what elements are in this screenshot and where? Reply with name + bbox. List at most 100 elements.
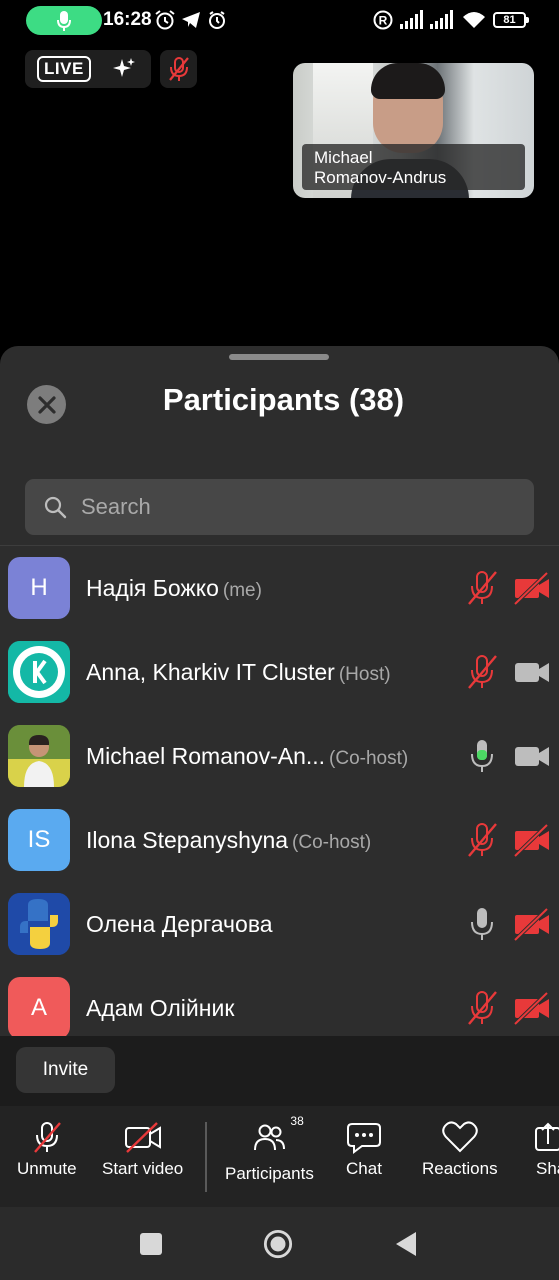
avatar: H	[8, 557, 70, 619]
participant-role: (Co-host)	[329, 747, 409, 769]
participant-name: Michael Romanov-An...	[86, 742, 326, 769]
meeting-toolbar: Unmute Start video 38 Participants Chat	[0, 1106, 559, 1207]
mic-muted-icon[interactable]	[462, 568, 502, 608]
start-video-button[interactable]: Start video	[102, 1120, 183, 1179]
clock-icon	[207, 8, 227, 32]
participant-name: Anna, Kharkiv IT Cluster	[86, 658, 335, 685]
chat-label: Chat	[346, 1159, 382, 1178]
search-field[interactable]	[25, 479, 534, 535]
avatar-initials: IS	[27, 826, 51, 853]
mic-muted-icon[interactable]	[462, 988, 502, 1028]
invite-strip: Invite	[0, 1036, 559, 1106]
home-button[interactable]	[263, 1229, 293, 1259]
mic-muted-icon	[168, 57, 189, 81]
video-icon[interactable]	[512, 736, 552, 776]
participant-row[interactable]: A Адам Олійник	[0, 966, 559, 1036]
avatar	[8, 893, 70, 955]
avatar-initials: A	[30, 994, 47, 1021]
live-stream-control[interactable]: LIVE	[25, 50, 151, 88]
avatar: A	[8, 977, 70, 1036]
video-off-icon[interactable]	[512, 988, 552, 1028]
participant-name: Олена Дергачова	[86, 910, 273, 937]
participant-name: Надія Божко	[86, 574, 219, 601]
sheet-drag-handle[interactable]	[229, 354, 329, 360]
system-nav-bar	[0, 1207, 559, 1280]
invite-button[interactable]: Invite	[16, 1047, 115, 1093]
video-off-icon	[124, 1122, 161, 1153]
ai-sparkle-icon[interactable]	[111, 56, 137, 82]
square-icon	[140, 1233, 162, 1255]
participant-role: (Co-host)	[292, 831, 372, 853]
participant-name-block: Олена Дергачова	[86, 911, 277, 938]
participant-name-block: Ilona Stepanyshyna (Co-host)	[86, 827, 371, 854]
battery-level: 81	[503, 14, 516, 26]
start-video-label: Start video	[102, 1159, 184, 1178]
share-icon	[535, 1122, 559, 1151]
participants-button[interactable]: 38 Participants	[225, 1114, 314, 1184]
participant-name: Адам Олійник	[86, 994, 235, 1021]
home-circle-icon	[263, 1229, 293, 1259]
video-person-hair	[371, 63, 445, 99]
back-triangle-icon	[396, 1232, 416, 1256]
r-circle-icon: R	[373, 8, 393, 32]
participants-count: 38	[290, 1114, 304, 1128]
chat-icon	[347, 1123, 381, 1154]
video-icon[interactable]	[512, 652, 552, 692]
participant-row[interactable]: Олена Дергачова	[0, 882, 559, 966]
video-off-icon[interactable]	[512, 568, 552, 608]
back-button[interactable]	[391, 1229, 421, 1259]
participant-video-tile[interactable]: Michael Romanov-Andrus	[293, 63, 534, 198]
mic-icon[interactable]	[462, 736, 502, 776]
participant-name: Ilona Stepanyshyna	[86, 826, 289, 853]
alarm-icon	[154, 8, 176, 32]
sheet-title: Participants (38)	[162, 382, 405, 417]
telegram-icon	[181, 8, 201, 32]
mic-active-indicator	[26, 6, 102, 35]
screen: 16:28 R 81 LIVE Michael Romanov-Andrus P…	[0, 0, 559, 1280]
clock-time: 16:28	[103, 9, 152, 30]
participant-row[interactable]: H Надія Божко (me)	[0, 546, 559, 630]
participant-name-block: Anna, Kharkiv IT Cluster (Host)	[86, 659, 391, 686]
participant-row[interactable]: Anna, Kharkiv IT Cluster (Host)	[0, 630, 559, 714]
avatar-initials: H	[30, 574, 48, 601]
participant-role: (Host)	[338, 663, 391, 685]
svg-text:R: R	[379, 14, 388, 28]
live-badge: LIVE	[37, 56, 91, 82]
participant-role: (me)	[222, 579, 262, 601]
toolbar-separator	[205, 1122, 207, 1192]
search-input[interactable]	[81, 494, 481, 520]
participant-row[interactable]: IS Ilona Stepanyshyna (Co-host)	[0, 798, 559, 882]
reactions-label: Reactions	[422, 1159, 498, 1178]
mic-muted-icon[interactable]	[462, 820, 502, 860]
recent-apps-button[interactable]	[136, 1229, 166, 1259]
mic-muted-icon	[33, 1122, 61, 1153]
signal-icon	[430, 8, 456, 32]
share-label: Share	[536, 1159, 559, 1178]
avatar	[8, 725, 70, 787]
participant-row[interactable]: Michael Romanov-An... (Co-host)	[0, 714, 559, 798]
video-off-icon[interactable]	[512, 904, 552, 944]
unmute-button[interactable]: Unmute	[17, 1120, 77, 1179]
mic-active-icon	[57, 10, 71, 31]
signal-icon	[400, 8, 426, 32]
battery-icon: 81	[493, 12, 529, 28]
unmute-label: Unmute	[17, 1159, 77, 1178]
share-button[interactable]: Share	[532, 1120, 559, 1179]
video-tile-name: Michael Romanov-Andrus	[302, 144, 525, 190]
video-off-icon[interactable]	[512, 820, 552, 860]
search-icon	[44, 496, 67, 519]
heart-icon	[442, 1121, 478, 1153]
participants-sheet: Participants (38) H Надія Божко(me) Anna, …	[0, 346, 559, 1207]
chat-button[interactable]: Chat	[346, 1120, 382, 1179]
reactions-button[interactable]: Reactions	[422, 1120, 498, 1179]
mic-icon[interactable]	[462, 904, 502, 944]
avatar: IS	[8, 809, 70, 871]
participants-label: Participants	[225, 1164, 314, 1183]
participants-list[interactable]: H Надія Божко (me) Anna, Kharkiv IT Cluster…	[0, 546, 559, 1036]
self-muted-indicator[interactable]	[160, 50, 197, 88]
mic-muted-icon[interactable]	[462, 652, 502, 692]
participant-name-block: Michael Romanov-An... (Co-host)	[86, 743, 408, 770]
avatar	[8, 641, 70, 703]
participant-name-block: Адам Олійник	[86, 995, 238, 1022]
wifi-icon	[462, 8, 486, 32]
